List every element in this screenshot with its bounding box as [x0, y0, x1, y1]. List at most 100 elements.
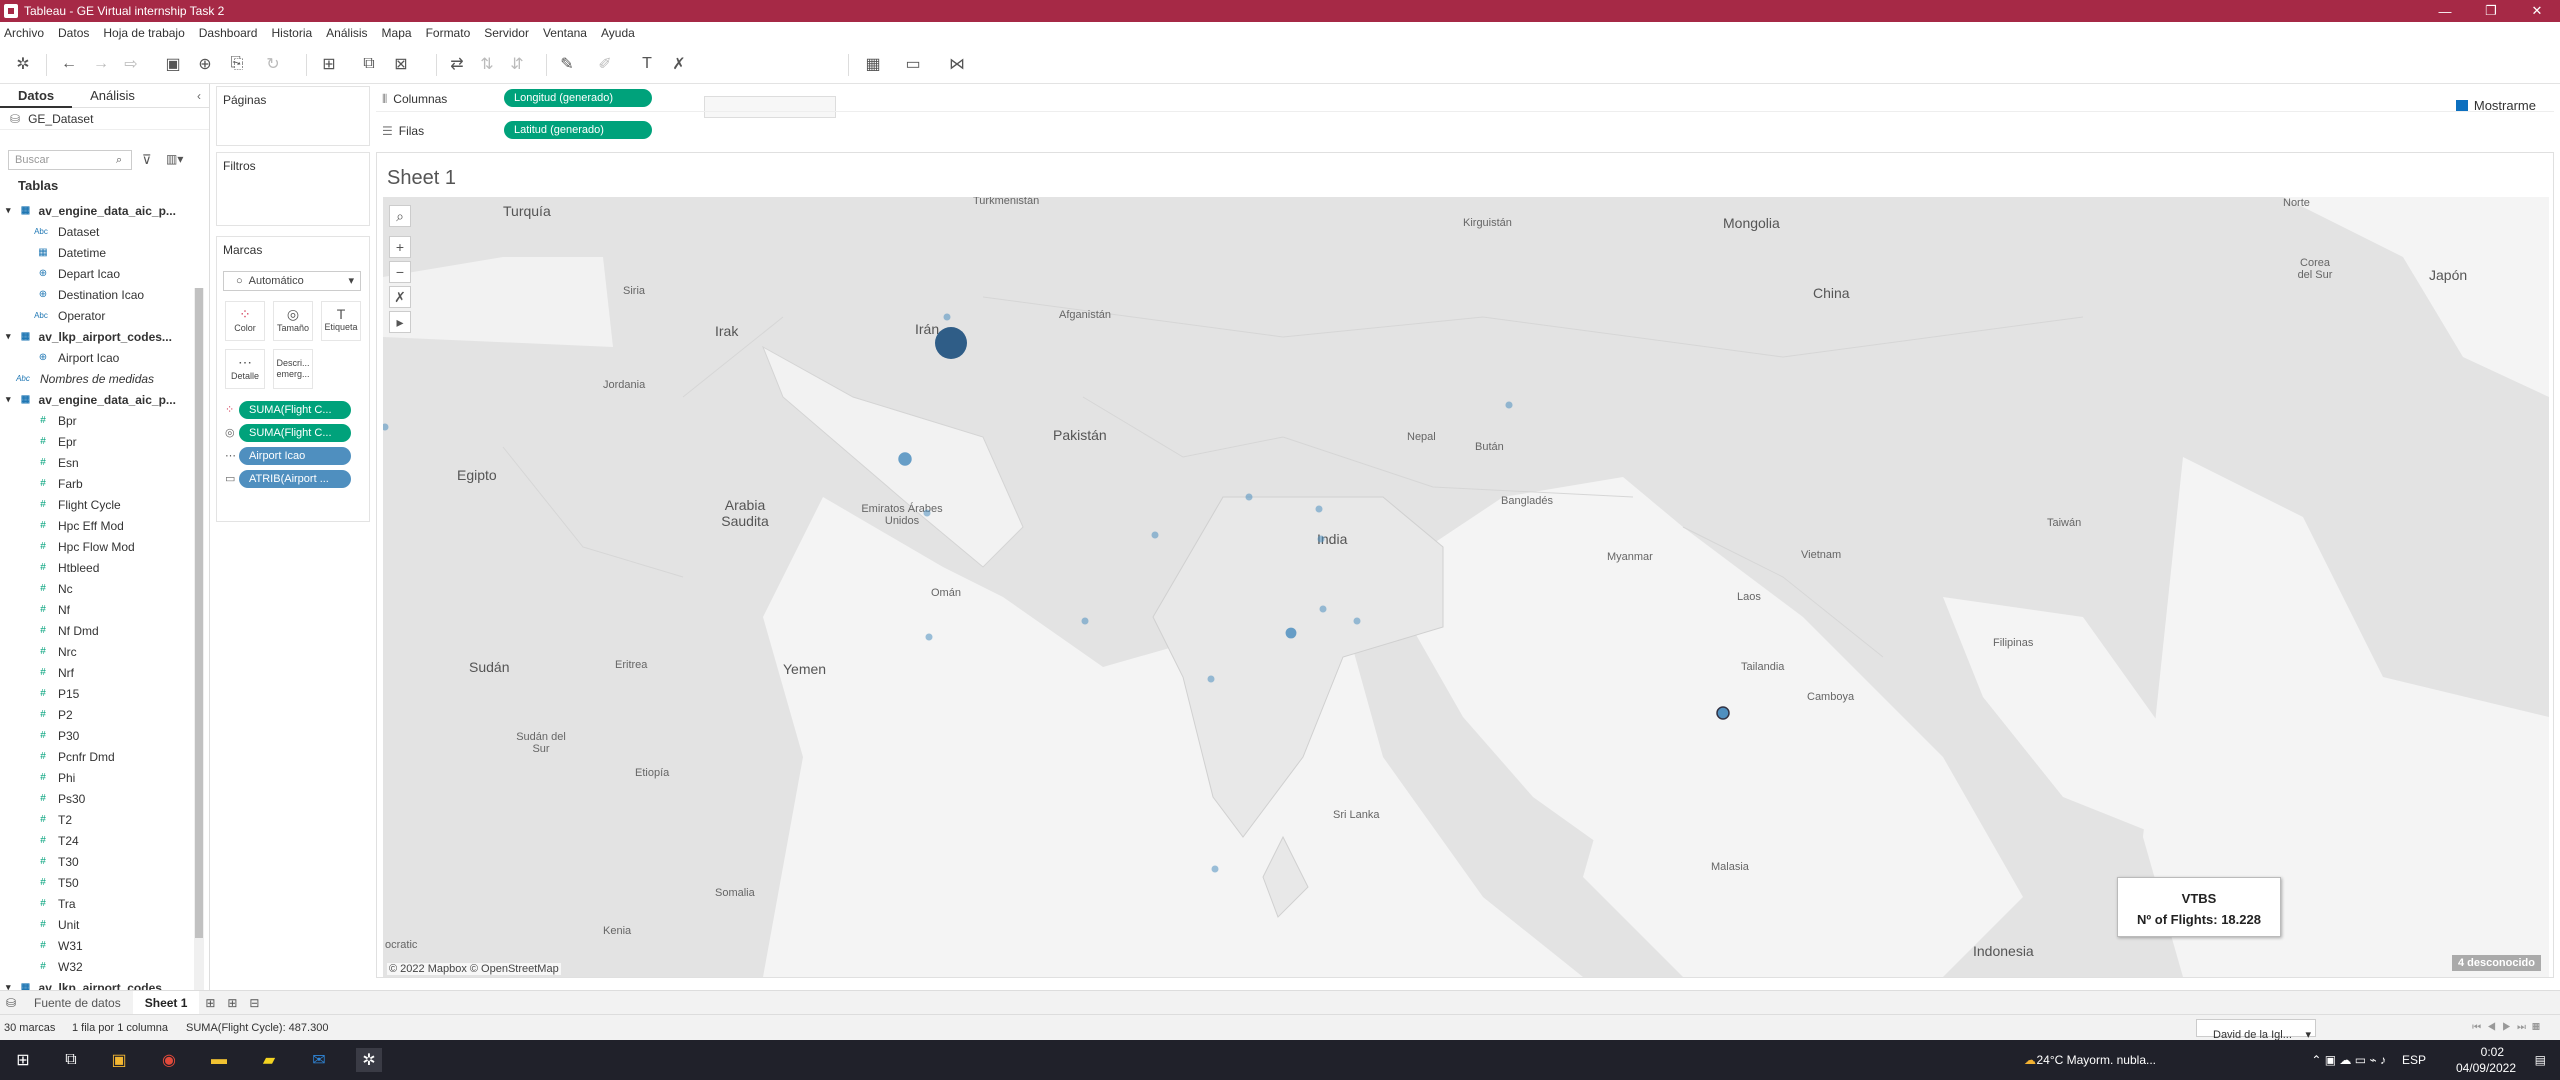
map-credit[interactable]: © 2022 Mapbox © OpenStreetMap: [387, 963, 561, 975]
save-icon[interactable]: ▣: [162, 54, 184, 74]
dimension-field[interactable]: Abc Dataset: [0, 221, 194, 242]
tableau-logo-icon[interactable]: ✲: [12, 54, 34, 74]
menu-ayuda[interactable]: Ayuda: [601, 26, 635, 40]
labels-icon[interactable]: T: [636, 54, 658, 74]
filters-shelf[interactable]: Filtros: [216, 152, 370, 226]
sort-desc-icon[interactable]: ⇵: [506, 54, 528, 74]
redo-icon[interactable]: →: [90, 54, 112, 74]
unknown-locations-badge[interactable]: 4 desconocido: [2451, 955, 2541, 971]
present-mode-icon[interactable]: ▭: [902, 54, 924, 74]
chrome-icon[interactable]: ◉: [156, 1048, 182, 1072]
zoom-in-button[interactable]: +: [389, 236, 411, 258]
measure-field[interactable]: # Bpr: [0, 410, 194, 431]
measure-field[interactable]: # T50: [0, 872, 194, 893]
measure-field[interactable]: # Unit: [0, 914, 194, 935]
measure-field[interactable]: # P2: [0, 704, 194, 725]
measure-field[interactable]: # P15: [0, 683, 194, 704]
clock-date[interactable]: 04/09/2022: [2456, 1061, 2516, 1075]
mark-pill-tooltip[interactable]: ATRIB(Airport ...: [239, 470, 351, 488]
table-item[interactable]: ▾ ▦ av_engine_data_aic_p...: [0, 200, 194, 221]
mark-pill-size[interactable]: SUMA(Flight C...: [239, 424, 351, 442]
menu-hoja-de-trabajo[interactable]: Hoja de trabajo: [103, 26, 184, 40]
mark-type-dropdown[interactable]: ○ Automático ▾: [223, 271, 361, 291]
user-dropdown[interactable]: David de la Igl... ▾: [2196, 1019, 2316, 1041]
dimension-field[interactable]: ⊕ Destination Icao: [0, 284, 194, 305]
measure-field[interactable]: # P30: [0, 725, 194, 746]
tooltip-mark-button[interactable]: Descri... emerg...: [273, 349, 313, 389]
expand-toolbar-icon[interactable]: ▸: [389, 311, 411, 333]
airport-mark[interactable]: [1151, 531, 1159, 539]
menu-ventana[interactable]: Ventana: [543, 26, 587, 40]
airport-mark[interactable]: [935, 327, 967, 359]
tableau-taskbar-icon[interactable]: ✲: [356, 1048, 382, 1072]
sort-asc-icon[interactable]: ⇅: [476, 54, 498, 74]
mark-pill-color[interactable]: SUMA(Flight C...: [239, 401, 351, 419]
expand-icon[interactable]: ▾: [6, 394, 11, 405]
airport-mark[interactable]: [1081, 617, 1089, 625]
new-dashboard-icon[interactable]: ⊞: [221, 996, 243, 1010]
airport-mark[interactable]: [943, 313, 951, 321]
measure-field[interactable]: # W32: [0, 956, 194, 977]
columns-pill[interactable]: Longitud (generado): [504, 89, 652, 107]
presentation-icon[interactable]: ▦: [862, 54, 884, 74]
tab-datasource[interactable]: Fuente de datos: [22, 991, 133, 1015]
measure-field[interactable]: # T2: [0, 809, 194, 830]
tab-sheet1[interactable]: Sheet 1: [132, 990, 200, 1015]
zoom-out-button[interactable]: −: [389, 261, 411, 283]
collapse-pane-icon[interactable]: ‹: [197, 89, 201, 103]
new-story-icon[interactable]: ⊟: [243, 996, 265, 1010]
measure-field[interactable]: # Flight Cycle: [0, 494, 194, 515]
airport-mark[interactable]: [898, 452, 912, 466]
dimension-field[interactable]: ▦ Datetime: [0, 242, 194, 263]
new-sheet-icon[interactable]: ⊞: [318, 54, 340, 74]
weather-text[interactable]: 24°C Mayorm. nubla...: [2036, 1053, 2156, 1067]
measure-field[interactable]: # Nrf: [0, 662, 194, 683]
replay-icon[interactable]: ⇨: [120, 54, 142, 74]
menu-mapa[interactable]: Mapa: [382, 26, 412, 40]
expand-icon[interactable]: ▾: [6, 205, 11, 216]
expand-icon[interactable]: ▾: [6, 982, 11, 990]
mark-pill-detail[interactable]: Airport Icao: [239, 447, 351, 465]
map-search-icon[interactable]: ⌕: [389, 205, 411, 227]
clear-sheet-icon[interactable]: ⊠: [390, 54, 412, 74]
new-datasource-icon[interactable]: ⊕: [194, 54, 216, 74]
measure-field[interactable]: # Nc: [0, 578, 194, 599]
airport-mark[interactable]: [1353, 617, 1361, 625]
share-icon[interactable]: ⋈: [946, 54, 968, 74]
field-list-scrollbar[interactable]: [194, 288, 204, 1074]
search-input[interactable]: Buscar: [8, 150, 132, 170]
measure-field[interactable]: # Nf Dmd: [0, 620, 194, 641]
clock-time[interactable]: 0:02: [2481, 1045, 2504, 1059]
menu-dashboard[interactable]: Dashboard: [199, 26, 258, 40]
airport-mark[interactable]: [923, 509, 931, 517]
label-mark-button[interactable]: T Etiqueta: [321, 301, 361, 341]
new-worksheet-icon[interactable]: ⊞: [199, 996, 221, 1010]
measure-field[interactable]: # Phi: [0, 767, 194, 788]
datasource-item[interactable]: ⛁ GE_Dataset: [0, 108, 209, 130]
selected-airport-mark[interactable]: [1716, 706, 1730, 720]
measure-field[interactable]: # T24: [0, 830, 194, 851]
dimension-field[interactable]: Abc Nombres de medidas: [0, 368, 194, 389]
measure-field[interactable]: # Farb: [0, 473, 194, 494]
airport-mark[interactable]: [925, 633, 933, 641]
columns-shelf[interactable]: ⦀ Columnas Longitud (generado): [376, 86, 2554, 112]
airport-mark[interactable]: [1319, 605, 1327, 613]
measure-field[interactable]: # Hpc Flow Mod: [0, 536, 194, 557]
measure-field[interactable]: # Esn: [0, 452, 194, 473]
measure-field[interactable]: # Epr: [0, 431, 194, 452]
airport-mark[interactable]: [383, 423, 389, 431]
pin-map-icon[interactable]: ✗: [389, 286, 411, 308]
menu-formato[interactable]: Formato: [426, 26, 471, 40]
notifications-icon[interactable]: ▤: [2535, 1053, 2546, 1067]
table-item[interactable]: ▾ ▦ av_engine_data_aic_p...: [0, 389, 194, 410]
rows-shelf[interactable]: ☰ Filas Latitud (generado): [376, 118, 2554, 144]
maximize-button[interactable]: ❐: [2468, 0, 2514, 22]
search-icon[interactable]: ⌕: [116, 154, 122, 167]
measure-field[interactable]: # T30: [0, 851, 194, 872]
size-mark-button[interactable]: ◎ Tamaño: [273, 301, 313, 341]
dimension-field[interactable]: ⊕ Airport Icao: [0, 347, 194, 368]
map-view[interactable]: Turquía Turkmenistán Kirguistán Mongolia…: [383, 197, 2549, 977]
measure-field[interactable]: # Hpc Eff Mod: [0, 515, 194, 536]
swap-icon[interactable]: ⇄: [446, 54, 468, 74]
highlight-icon[interactable]: ✎: [556, 54, 578, 74]
